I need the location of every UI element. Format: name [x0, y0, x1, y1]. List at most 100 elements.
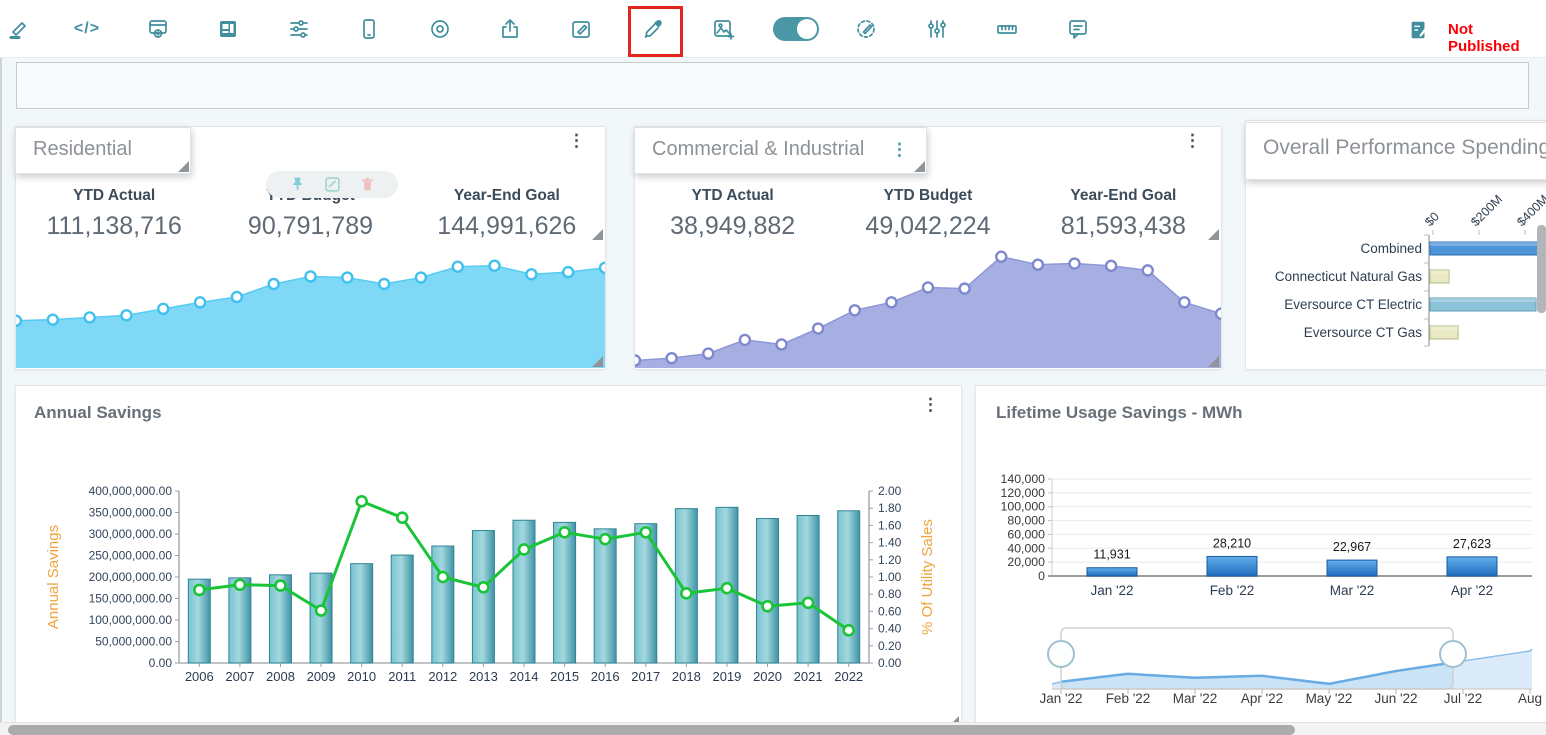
overall-performance-bar-chart[interactable]: $0$200M$400MCombinedConnecticut Natural …	[1246, 183, 1546, 369]
svg-text:1.20: 1.20	[878, 553, 902, 567]
svg-text:Aug: Aug	[1518, 691, 1542, 706]
color-picker-icon[interactable]	[634, 10, 672, 48]
svg-text:Connecticut Natural Gas: Connecticut Natural Gas	[1275, 269, 1422, 284]
kpi-label: YTD Actual	[16, 187, 212, 205]
svg-text:2020: 2020	[753, 669, 782, 684]
svg-text:2014: 2014	[510, 669, 539, 684]
chart-title: Lifetime Usage Savings - MWh	[996, 403, 1243, 423]
kpi-value: 90,791,789	[212, 212, 408, 241]
edit-note-icon[interactable]	[562, 10, 600, 48]
commercial-title-widget[interactable]: Commercial & Industrial ⋮	[634, 127, 927, 174]
svg-text:100,000,000.00: 100,000,000.00	[89, 613, 173, 627]
overall-title-widget[interactable]: Overall Performance Spending	[1245, 122, 1546, 180]
view-icon[interactable]	[421, 10, 459, 48]
svg-text:40,000: 40,000	[1007, 541, 1045, 555]
svg-text:0.60: 0.60	[878, 604, 902, 618]
add-widget-icon[interactable]	[139, 10, 177, 48]
svg-text:0: 0	[1038, 569, 1045, 583]
svg-text:100,000: 100,000	[1001, 500, 1046, 514]
svg-text:2009: 2009	[307, 669, 336, 684]
edit-chart-icon[interactable]	[324, 176, 341, 193]
svg-text:2019: 2019	[712, 669, 741, 684]
card-title: Commercial & Industrial	[635, 128, 926, 161]
residential-title-widget[interactable]: Residential	[15, 127, 191, 174]
svg-text:Jan '22: Jan '22	[1039, 691, 1082, 706]
not-published-status: Not Published	[1448, 21, 1546, 55]
pin-icon[interactable]	[289, 176, 306, 193]
range-handle-left[interactable]	[1048, 641, 1074, 667]
range-handle-right[interactable]	[1440, 641, 1466, 667]
draw-pencil-icon[interactable]	[0, 10, 38, 48]
code-icon[interactable]: </>	[68, 10, 106, 48]
svg-text:Apr '22: Apr '22	[1451, 583, 1493, 598]
kpi-label: Year-End Goal	[1026, 187, 1221, 205]
svg-text:0.20: 0.20	[878, 639, 902, 653]
svg-text:11,931: 11,931	[1093, 548, 1130, 562]
report-layout-icon[interactable]	[209, 10, 247, 48]
svg-text:Combined: Combined	[1360, 241, 1422, 256]
lifetime-usage-bar-chart[interactable]: 140,000120,000100,00080,00060,00040,0002…	[976, 386, 1546, 729]
mobile-preview-icon[interactable]	[350, 10, 388, 48]
lifetime-usage-card[interactable]: Lifetime Usage Savings - MWh 140,000120,…	[975, 385, 1546, 730]
annual-savings-combo-chart[interactable]: 400,000,000.00 350,000,000.00 300,000,000.…	[16, 386, 961, 729]
svg-text:2017: 2017	[631, 669, 660, 684]
svg-text:Jun '22: Jun '22	[1374, 691, 1417, 706]
svg-text:0.80: 0.80	[878, 587, 902, 601]
trash-icon[interactable]	[359, 176, 376, 193]
header-text-widget[interactable]	[16, 62, 1529, 109]
vertical-scrollbar-thumb[interactable]	[1537, 225, 1546, 313]
commercial-card-menu-icon[interactable]: ⋮	[1184, 132, 1201, 149]
svg-text:2021: 2021	[794, 669, 823, 684]
resize-handle[interactable]	[592, 356, 603, 367]
commercial-kpi-widget[interactable]: YTD Actual38,949,882 YTD Budget49,042,22…	[635, 187, 1221, 241]
svg-text:2007: 2007	[225, 669, 254, 684]
ruler-icon[interactable]	[988, 10, 1026, 48]
svg-text:2.00: 2.00	[878, 484, 902, 498]
residential-area-chart[interactable]	[16, 246, 605, 368]
vertical-sliders-icon[interactable]	[918, 10, 956, 48]
annual-savings-card[interactable]: Annual Savings ⋮ 400,000,000.00350,000,0…	[15, 385, 962, 730]
resize-handle[interactable]	[1208, 356, 1219, 367]
horizontal-scrollbar-thumb[interactable]	[8, 725, 1295, 735]
card-title: Overall Performance Spending	[1246, 123, 1546, 160]
svg-text:20,000: 20,000	[1007, 555, 1045, 569]
svg-text:2022: 2022	[834, 669, 863, 684]
svg-text:2011: 2011	[388, 669, 416, 684]
share-upload-icon[interactable]	[491, 10, 529, 48]
publish-doc-icon[interactable]	[1408, 19, 1430, 46]
svg-text:1.40: 1.40	[878, 536, 902, 550]
resize-handle[interactable]	[914, 161, 925, 172]
horizontal-sliders-icon[interactable]	[280, 10, 318, 48]
add-image-icon[interactable]	[704, 10, 742, 48]
publish-toggle[interactable]	[773, 17, 819, 41]
kpi-value: 38,949,882	[635, 212, 830, 241]
kpi-label: Year-End Goal	[409, 187, 605, 205]
kpi-value: 144,991,626	[409, 212, 605, 241]
resize-handle[interactable]	[592, 229, 603, 240]
svg-text:Annual Savings: Annual Savings	[45, 525, 62, 629]
horizontal-scrollbar[interactable]	[0, 722, 1546, 735]
residential-card-menu-icon[interactable]: ⋮	[568, 132, 585, 149]
svg-text:150,000,000.00: 150,000,000.00	[89, 592, 173, 606]
svg-text:140,000: 140,000	[1001, 472, 1046, 486]
commercial-area-chart[interactable]	[635, 240, 1221, 368]
svg-text:350,000,000.00: 350,000,000.00	[89, 506, 173, 520]
svg-text:$0: $0	[1422, 209, 1442, 229]
kpi-ytd-actual: YTD Actual111,138,716	[16, 187, 212, 241]
kpi-ytd-budget: YTD Budget49,042,224	[830, 187, 1025, 241]
widget-hover-toolbar	[266, 171, 398, 198]
svg-text:Jan '22: Jan '22	[1090, 583, 1133, 598]
resize-handle[interactable]	[178, 161, 189, 172]
kpi-year-end-goal: Year-End Goal 144,991,626	[409, 187, 605, 241]
kpi-value: 49,042,224	[830, 212, 1025, 241]
svg-text:0.00: 0.00	[878, 656, 902, 670]
svg-text:1.00: 1.00	[878, 570, 902, 584]
comment-icon[interactable]	[1059, 10, 1097, 48]
svg-text:250,000,000.00: 250,000,000.00	[89, 549, 173, 563]
svg-text:400,000,000.00: 400,000,000.00	[89, 484, 173, 498]
code-glyph: </>	[74, 20, 100, 38]
resize-handle[interactable]	[1208, 229, 1219, 240]
svg-text:300,000,000.00: 300,000,000.00	[89, 527, 173, 541]
title-menu-icon[interactable]: ⋮	[891, 141, 908, 158]
theme-brush-icon[interactable]	[847, 10, 885, 48]
